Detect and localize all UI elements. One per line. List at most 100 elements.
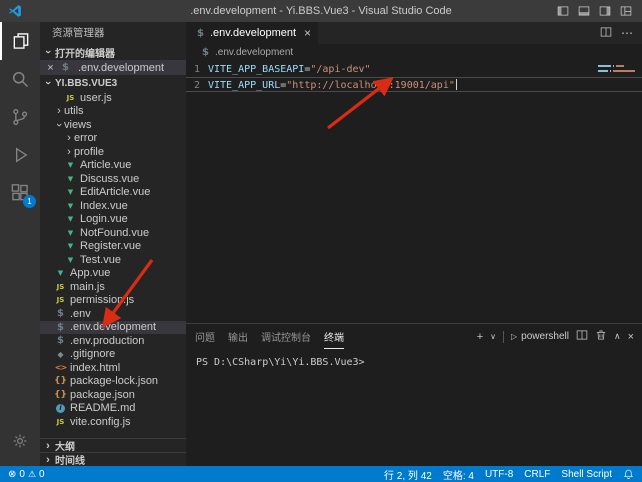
terminal-icon: ▷ (511, 332, 517, 341)
project-header[interactable]: › YI.BBS.VUE3 (40, 75, 186, 91)
code-line-2[interactable]: 2VITE_APP_URL="http://localhost:19001/ap… (186, 77, 642, 92)
vue-file-icon: ▼ (64, 161, 77, 169)
tree-item-.env.production[interactable]: $.env.production (40, 334, 186, 348)
chevron-down-icon: › (43, 47, 53, 57)
tree-item-vite.config.js[interactable]: JSvite.config.js (40, 415, 186, 429)
settings-gear-icon[interactable] (0, 422, 40, 460)
tree-item-permission.js[interactable]: JSpermission.js (40, 294, 186, 308)
json-file-icon: {} (54, 376, 67, 386)
terminal-actions: + ∨ ▷ powershell ∧ (477, 329, 634, 344)
customize-layout-icon[interactable] (620, 5, 632, 17)
shell-name: powershell (521, 331, 569, 342)
search-icon[interactable] (0, 60, 40, 98)
status-item-crlf[interactable]: CRLF (524, 469, 550, 480)
tree-item-index.html[interactable]: <>index.html (40, 361, 186, 375)
panel-tab-输出[interactable]: 输出 (228, 324, 248, 349)
tree-item-error[interactable]: ›error (40, 132, 186, 146)
terminal-dropdown-icon[interactable]: ∨ (490, 332, 496, 341)
close-panel-icon[interactable]: × (628, 331, 634, 343)
maximize-panel-icon[interactable]: ∧ (614, 331, 621, 342)
env-file-icon: $ (54, 308, 67, 319)
panel-tab-调试控制台[interactable]: 调试控制台 (261, 324, 311, 349)
toggle-sidebar-icon[interactable] (557, 5, 569, 17)
file-name: views (64, 119, 92, 131)
toggle-secondary-sidebar-icon[interactable] (599, 5, 611, 17)
tree-item-register.vue[interactable]: ▼Register.vue (40, 240, 186, 254)
tree-item-notfound.vue[interactable]: ▼NotFound.vue (40, 226, 186, 240)
tree-item-editarticle.vue[interactable]: ▼EditArticle.vue (40, 186, 186, 200)
status-item-空格-4[interactable]: 空格: 4 (443, 467, 474, 482)
tree-item-package-lock.json[interactable]: {}package-lock.json (40, 375, 186, 389)
main-area: 1 资源管理器 › 打开的编辑器 ×$.env.development › YI… (0, 22, 642, 466)
tree-item-app.vue[interactable]: ▼App.vue (40, 267, 186, 281)
js-file-icon: JS (54, 418, 67, 426)
info-file-icon: i (56, 404, 65, 413)
status-bar: ⊗ 0 ⚠ 0 行 2, 列 42 空格: 4 UTF-8 CRLF Shell Scr… (0, 466, 642, 482)
tree-item-discuss.vue[interactable]: ▼Discuss.vue (40, 172, 186, 186)
status-item-utf-8[interactable]: UTF-8 (485, 469, 513, 480)
tree-item-.env.development[interactable]: $.env.development (40, 321, 186, 335)
divider (503, 331, 504, 343)
source-control-icon[interactable] (0, 98, 40, 136)
env-file-icon: $ (199, 47, 212, 58)
html-file-icon: <> (54, 363, 67, 372)
file-name: package-lock.json (70, 375, 158, 387)
warning-icon: ⚠ (28, 469, 36, 480)
extensions-icon[interactable]: 1 (0, 174, 40, 212)
tree-item-package.json[interactable]: {}package.json (40, 388, 186, 402)
open-editors-label: 打开的编辑器 (55, 45, 115, 60)
close-icon[interactable]: × (304, 26, 311, 40)
explorer-icon[interactable] (0, 22, 40, 60)
tree-item-utils[interactable]: ›utils (40, 105, 186, 119)
env-file-icon: $ (59, 62, 72, 73)
run-debug-icon[interactable] (0, 136, 40, 174)
error-count: 0 (19, 469, 25, 480)
editor-tab-.env.development[interactable]: $.env.development× (186, 22, 318, 44)
env-file-icon: $ (54, 335, 67, 346)
notifications-bell-icon[interactable] (623, 469, 634, 480)
tree-item-article.vue[interactable]: ▼Article.vue (40, 159, 186, 173)
panel-tab-终端[interactable]: 终端 (324, 324, 344, 349)
tree-item-index.vue[interactable]: ▼Index.vue (40, 199, 186, 213)
sidebar-section-timeline[interactable]: ›时间线 (40, 452, 186, 466)
vue-file-icon: ▼ (54, 269, 67, 277)
split-terminal-icon[interactable] (576, 329, 588, 344)
breadcrumb[interactable]: $ .env.development (186, 44, 642, 60)
terminal-shell-selector[interactable]: ▷ powershell (511, 331, 569, 342)
code-editor[interactable]: 1VITE_APP_BASEAPI="/api-dev"2VITE_APP_UR… (186, 60, 642, 323)
chevron-right-icon: › (64, 133, 74, 143)
split-editor-icon[interactable] (600, 26, 612, 41)
tree-item-.gitignore[interactable]: ◆.gitignore (40, 348, 186, 362)
new-terminal-icon[interactable]: + (477, 331, 483, 343)
open-editors-header[interactable]: › 打开的编辑器 (40, 44, 186, 60)
panel-tabs: 问题输出调试控制台终端 (195, 324, 357, 349)
sidebar-section-outline[interactable]: ›大纲 (40, 438, 186, 452)
js-file-icon: JS (54, 283, 67, 291)
problems-status[interactable]: ⊗ 0 ⚠ 0 (8, 469, 45, 480)
close-icon[interactable]: × (45, 62, 56, 74)
status-item-行-2-列-42[interactable]: 行 2, 列 42 (384, 467, 432, 482)
sidebar-bottom-sections: ›大纲›时间线 (40, 438, 186, 466)
status-item-shell-script[interactable]: Shell Script (561, 469, 612, 480)
file-name: .env.production (70, 335, 144, 347)
terminal-content[interactable]: PS D:\CSharp\Yi\Yi.BBS.Vue3> (186, 349, 642, 466)
file-name: EditArticle.vue (80, 186, 150, 198)
toggle-panel-icon[interactable] (578, 5, 590, 17)
open-editor-.env.development[interactable]: ×$.env.development (40, 60, 186, 75)
tree-item-login.vue[interactable]: ▼Login.vue (40, 213, 186, 227)
more-actions-icon[interactable]: ⋯ (621, 26, 633, 40)
tree-item-test.vue[interactable]: ▼Test.vue (40, 253, 186, 267)
tree-item-.env[interactable]: $.env (40, 307, 186, 321)
panel-tab-问题[interactable]: 问题 (195, 324, 215, 349)
minimap[interactable] (594, 63, 642, 77)
tree-item-main.js[interactable]: JSmain.js (40, 280, 186, 294)
tree-item-profile[interactable]: ›profile (40, 145, 186, 159)
tree-item-readme.md[interactable]: iREADME.md (40, 402, 186, 416)
file-name: Article.vue (80, 159, 131, 171)
file-name: App.vue (70, 267, 110, 279)
kill-terminal-icon[interactable] (595, 329, 607, 344)
tree-item-user.js[interactable]: JSuser.js (40, 91, 186, 105)
tree-item-views[interactable]: ›views (40, 118, 186, 132)
code-line-1[interactable]: 1VITE_APP_BASEAPI="/api-dev" (186, 62, 642, 77)
vscode-window: .env.development - Yi.BBS.Vue3 - Visual … (0, 0, 642, 482)
